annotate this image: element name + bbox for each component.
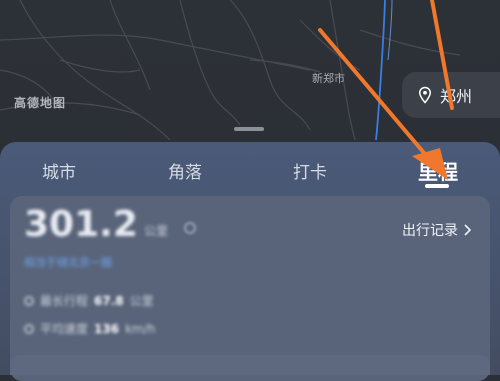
map-district-label: 新郑市 (312, 72, 345, 85)
tab-corner[interactable]: 角落 (168, 158, 202, 183)
stat-value: 136 (94, 321, 120, 336)
location-pin-icon (418, 86, 432, 104)
map-watermark: 高德地图 (14, 96, 67, 110)
tab-bar: 城市 角落 打卡 里程 (0, 142, 500, 192)
tab-active-indicator (425, 184, 449, 188)
mileage-card: 301.2 公里 相当于绕北京一圈 出行记录 最长行程 67.8 公里 平均速度… (10, 196, 490, 381)
sheet-drag-handle[interactable] (234, 127, 264, 131)
mileage-value: 301.2 (24, 204, 138, 245)
stat-label: 平均速度 (40, 322, 89, 336)
stat-longest-trip: 最长行程 67.8 公里 (24, 292, 154, 309)
tab-city[interactable]: 城市 (42, 158, 76, 183)
chevron-right-icon (464, 224, 472, 236)
info-icon[interactable] (184, 222, 196, 234)
stat-unit: km/h (125, 321, 156, 336)
next-card-edge (10, 355, 490, 375)
mileage-unit: 公里 (144, 224, 169, 238)
stat-label: 最长行程 (40, 294, 89, 308)
stat-value: 67.8 (94, 293, 124, 308)
stat-dot-icon (24, 295, 34, 306)
travel-records-label: 出行记录 (402, 223, 458, 239)
stat-unit: 公里 (129, 294, 154, 308)
stat-average-speed: 平均速度 136 km/h (24, 320, 155, 337)
tab-mileage[interactable]: 里程 (418, 156, 458, 185)
bottom-sheet: 城市 角落 打卡 里程 301.2 公里 相当于绕北京一圈 出行记录 最长行程 … (0, 142, 500, 381)
location-city: 郑州 (440, 87, 473, 106)
stat-dot-icon (24, 323, 34, 334)
tab-checkin[interactable]: 打卡 (293, 158, 327, 183)
mileage-subtitle: 相当于绕北京一圈 (24, 256, 112, 269)
location-button[interactable]: 郑州 (402, 72, 500, 118)
travel-records-link[interactable]: 出行记录 (402, 220, 472, 240)
